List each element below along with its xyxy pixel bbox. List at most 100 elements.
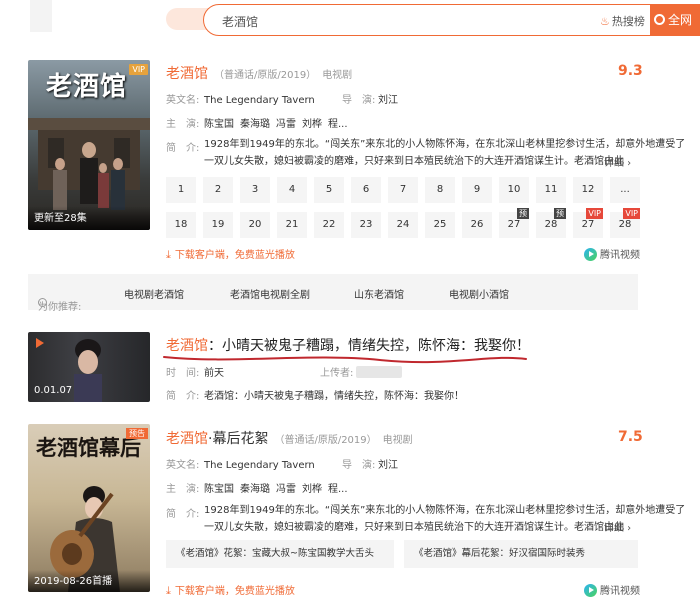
recommend-item[interactable]: 老酒馆电视剧全剧: [230, 286, 310, 301]
cast-link[interactable]: 刘桦: [302, 119, 322, 130]
episode-button[interactable]: 7: [388, 177, 418, 203]
result3-en-row: 英文名: The Legendary Tavern: [166, 456, 315, 471]
result2-thumbnail[interactable]: 0.01.07: [28, 332, 150, 402]
episode-number: 23: [359, 219, 373, 230]
preview-tag: 预: [517, 208, 529, 219]
uploader-blurred[interactable]: [356, 366, 402, 378]
result1-source[interactable]: 腾讯视频: [584, 246, 640, 261]
episode-button[interactable]: 11: [536, 177, 566, 203]
result1-poster[interactable]: 老酒馆 VIP 更新至28集: [28, 60, 150, 230]
preview-badge: 预告: [126, 428, 148, 439]
episode-button[interactable]: 9: [462, 177, 492, 203]
episode-number: 9: [473, 184, 481, 195]
search-input[interactable]: [222, 12, 582, 30]
episode-button[interactable]: 3: [240, 177, 270, 203]
episode-button[interactable]: 20: [240, 212, 270, 238]
result3-poster[interactable]: 老酒馆幕后 预告 2019-08-26首播: [28, 424, 150, 592]
episode-button[interactable]: 5: [314, 177, 344, 203]
time-value: 前天: [204, 368, 224, 379]
episode-number: 5: [325, 184, 333, 195]
clip-link[interactable]: 《老酒馆》幕后花絮：好汉宿国际时装秀: [404, 540, 638, 568]
episode-button[interactable]: 6: [351, 177, 381, 203]
result3-detail-link[interactable]: 详细 ›: [604, 519, 631, 534]
episode-number: 2: [214, 184, 222, 195]
episode-button[interactable]: 8: [425, 177, 455, 203]
en-value: The Legendary Tavern: [204, 95, 315, 106]
result3-source[interactable]: 腾讯视频: [584, 582, 640, 597]
result3-meta: （普通话/原版/2019）: [274, 435, 377, 446]
episode-button[interactable]: 18: [166, 212, 196, 238]
episode-button[interactable]: 27 预: [499, 208, 529, 238]
recommend-item[interactable]: 山东老酒馆: [354, 286, 404, 301]
director-label: 导 演:: [342, 460, 376, 471]
cast-link[interactable]: 秦海璐: [240, 119, 270, 130]
result1-cast-row: 主 演: 陈宝国 秦海璐 冯雷 刘桦 程...: [166, 115, 348, 130]
result3-title-link[interactable]: 老酒馆·幕后花絮: [166, 431, 268, 447]
episode-button[interactable]: 26: [462, 212, 492, 238]
episode-button[interactable]: 2: [203, 177, 233, 203]
intro-label: 简 介:: [166, 143, 200, 154]
search-icon: [654, 14, 665, 25]
hot-search-link[interactable]: ♨ 热搜榜: [600, 13, 645, 29]
tencent-video-icon: [584, 248, 597, 261]
result1-detail-link[interactable]: 详细 ›: [604, 154, 631, 169]
episode-number: 21: [285, 219, 299, 230]
director-link[interactable]: 刘江: [378, 95, 398, 106]
result3-download-link[interactable]: ⤓ 下载客户端，免费蓝光播放: [166, 582, 295, 598]
episode-button[interactable]: 21: [277, 212, 307, 238]
episode-button[interactable]: 23: [351, 212, 381, 238]
search-button[interactable]: 全网: [650, 4, 700, 36]
cast-link[interactable]: 陈宝国: [204, 484, 234, 495]
result3-cast-row: 主 演: 陈宝国 秦海璐 冯雷 刘桦 程...: [166, 480, 348, 495]
episode-number: 28: [544, 219, 558, 230]
logo[interactable]: [30, 0, 52, 32]
search-button-label: 全网: [668, 13, 693, 27]
episode-number: 24: [396, 219, 410, 230]
episode-more-button[interactable]: ...: [610, 177, 640, 203]
cast-link[interactable]: 刘桦: [302, 484, 322, 495]
episode-button[interactable]: 25: [425, 212, 455, 238]
director-link[interactable]: 刘江: [378, 460, 398, 471]
top-bar: ♨热搜榜 全网: [0, 0, 700, 42]
episode-button[interactable]: 28 预: [536, 208, 566, 238]
cast-link[interactable]: 陈宝国: [204, 119, 234, 130]
clip-link[interactable]: 《老酒馆》花絮：宝藏大叔~陈宝国教学大舌头: [166, 540, 394, 568]
intro-label: 简 介:: [166, 391, 200, 402]
episode-button[interactable]: 27 VIP: [573, 208, 603, 238]
cast-link[interactable]: 冯雷: [276, 119, 296, 130]
recommend-item[interactable]: 电视剧小酒馆: [449, 286, 509, 301]
episode-button[interactable]: 28 VIP: [610, 208, 640, 238]
intro-text: 老酒馆：小晴天被鬼子糟蹋，情绪失控，陈怀海：我娶你！: [204, 391, 464, 402]
en-label: 英文名:: [166, 460, 200, 471]
episode-button[interactable]: 10: [499, 177, 529, 203]
result3-type: 电视剧: [382, 435, 413, 446]
download-label: 下载客户端，免费蓝光播放: [174, 250, 295, 261]
episode-button[interactable]: 12: [573, 177, 603, 203]
episode-button[interactable]: 24: [388, 212, 418, 238]
episode-button[interactable]: 4: [277, 177, 307, 203]
result1-director-row: 导 演: 刘江: [342, 91, 398, 106]
episode-number: 27: [507, 219, 521, 230]
en-value: The Legendary Tavern: [204, 460, 315, 471]
download-icon: ⤓: [166, 248, 171, 261]
result1-download-link[interactable]: ⤓ 下载客户端，免费蓝光播放: [166, 246, 295, 262]
result1-title-link[interactable]: 老酒馆: [166, 66, 208, 82]
recommend-item[interactable]: 电视剧老酒馆: [124, 286, 184, 301]
vip-tag: VIP: [586, 208, 603, 219]
result1-intro-label: 简 介:: [166, 139, 199, 154]
episode-number: 1: [177, 184, 185, 195]
episode-number: 19: [211, 219, 225, 230]
result2-time-row: 时 间: 前天: [166, 364, 224, 379]
episode-number: 27: [581, 219, 595, 230]
result1-title-line: 老酒馆 （普通话/原版/2019） 电视剧: [166, 63, 352, 83]
time-label: 时 间:: [166, 368, 200, 379]
cast-link[interactable]: 冯雷: [276, 484, 296, 495]
cast-link[interactable]: 秦海璐: [240, 484, 270, 495]
episode-number: ...: [620, 184, 630, 195]
episode-button[interactable]: 1: [166, 177, 196, 203]
result3-director-row: 导 演: 刘江: [342, 456, 398, 471]
episode-button[interactable]: 22: [314, 212, 344, 238]
intro-label: 简 介:: [166, 509, 200, 520]
cast-label: 主 演:: [166, 119, 200, 130]
episode-button[interactable]: 19: [203, 212, 233, 238]
